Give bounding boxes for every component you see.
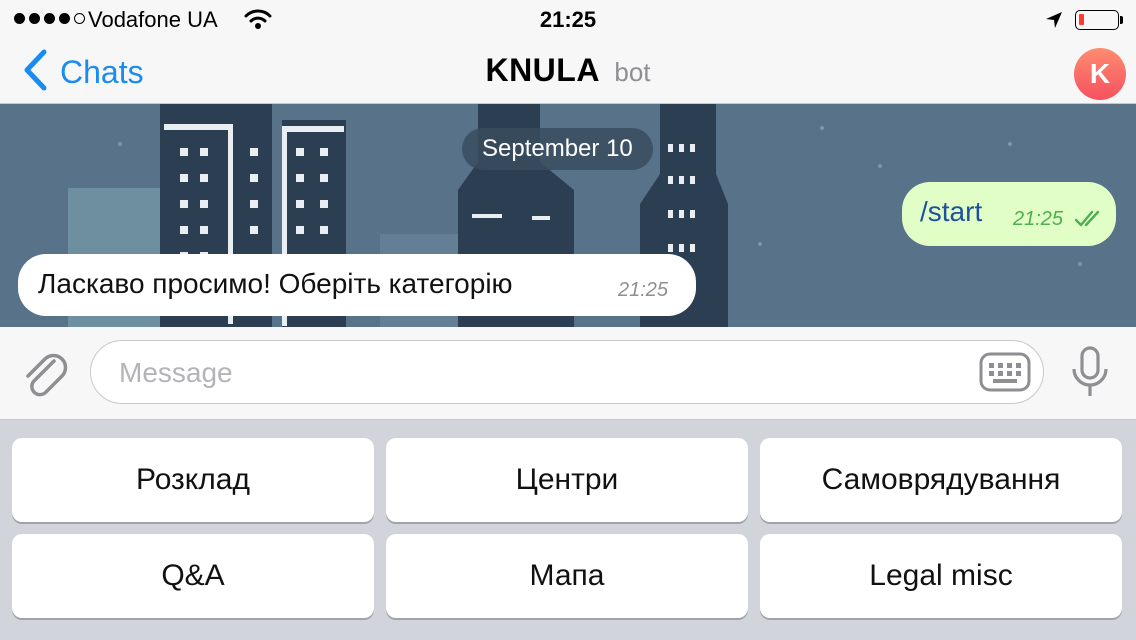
status-bar: Vodafone UA 21:25 [0, 0, 1136, 40]
keyboard-button-schedule[interactable]: Розклад [12, 438, 374, 522]
chat-area[interactable]: September 10 /start 21:25 Ласкаво просим… [0, 104, 1136, 327]
keyboard-button-legal-misc[interactable]: Legal misc [760, 534, 1122, 618]
clock: 21:25 [539, 7, 597, 32]
microphone-icon[interactable] [1070, 345, 1110, 404]
keyboard-button-map[interactable]: Мапа [386, 534, 748, 618]
message-input[interactable] [117, 353, 971, 393]
paperclip-icon[interactable] [20, 347, 68, 404]
battery-tip [1120, 16, 1123, 24]
message-text: /start [920, 196, 983, 227]
input-bar [0, 327, 1136, 420]
date-separator: September 10 [462, 128, 653, 170]
location-arrow-icon [1044, 10, 1064, 35]
keyboard-button-centers[interactable]: Центри [386, 438, 748, 522]
keyboard-button-qa[interactable]: Q&A [12, 534, 374, 618]
battery-icon [1075, 10, 1119, 30]
outgoing-message[interactable]: /start 21:25 [902, 182, 1116, 246]
avatar[interactable]: K [1074, 48, 1126, 100]
double-check-icon [1074, 210, 1104, 233]
chat-subtitle: bot [614, 57, 651, 87]
chat-name: KNULA [485, 52, 600, 88]
bot-keyboard: Розклад Центри Самоврядування Q&A Мапа L… [0, 420, 1136, 640]
chat-title[interactable]: KNULA bot [0, 52, 1136, 89]
incoming-message[interactable]: Ласкаво просимо! Оберіть категорію 21:25 [18, 254, 696, 316]
message-time: 21:25 [1013, 208, 1064, 230]
message-time: 21:25 [618, 279, 669, 301]
battery-level [1079, 14, 1084, 25]
message-field[interactable] [90, 340, 1044, 404]
keyboard-button-self-government[interactable]: Самоврядування [760, 438, 1122, 522]
message-text: Ласкаво просимо! Оберіть категорію [38, 268, 513, 299]
keyboard-icon[interactable] [979, 350, 1031, 399]
nav-bar: Chats KNULA bot K [0, 40, 1136, 104]
